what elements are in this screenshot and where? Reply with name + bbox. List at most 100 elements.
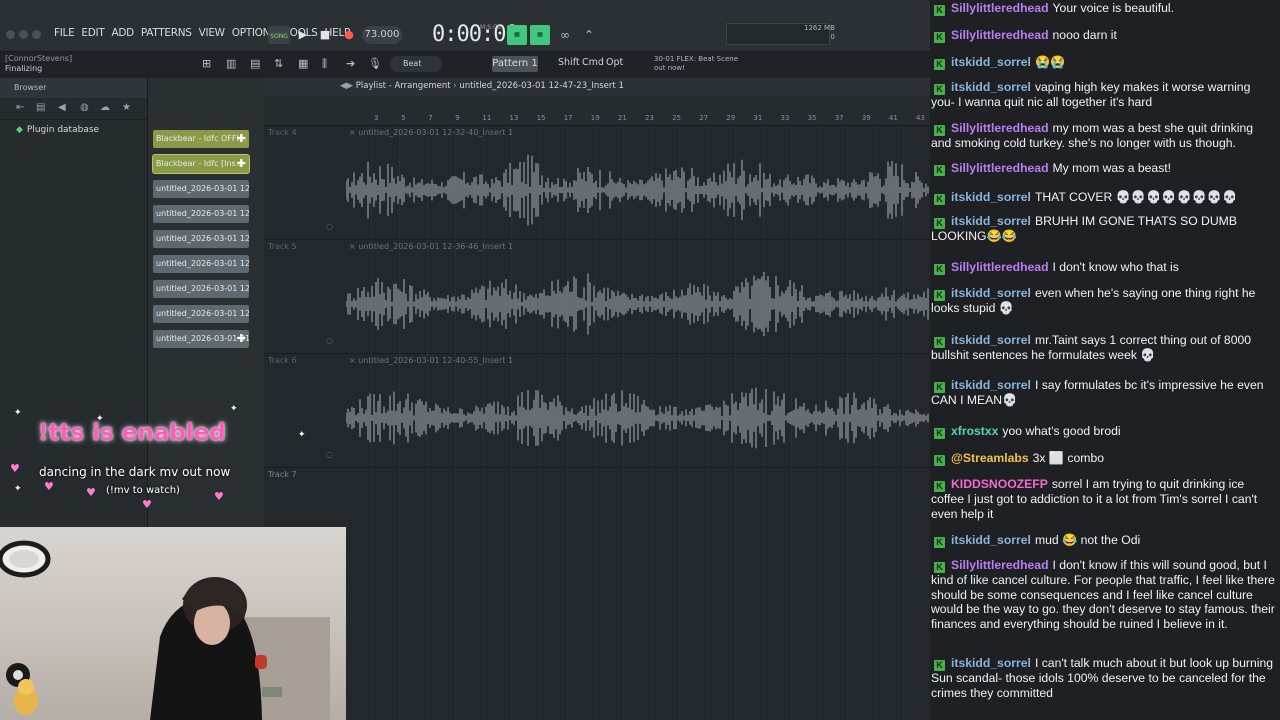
snap-beat-select[interactable]: Beat [390,56,442,72]
chat-message: K Sillylittleredhead my mom was a best she… [931,121,1276,151]
ruler-tick: 17 [563,114,573,122]
kick-badge-icon: K [934,337,945,348]
clip-source-item[interactable]: untitled_2026-03-01 12-... [153,205,249,223]
browser-title: Browser [14,83,47,92]
snap-icon[interactable]: ⊞ [202,57,211,70]
clip-source-item[interactable]: untitled_2026-03-01 12-... [153,255,249,273]
playlist-menu-icon[interactable]: ◀▶ [340,81,356,91]
ruler-tick: 31 [753,114,763,122]
track-label[interactable]: Track 5 [268,242,297,251]
clip-source-label[interactable]: untitled_2026-03-01 01... [156,334,249,343]
ruler-tick: 37 [834,114,844,122]
chat-username[interactable]: itskidd_sorrel [951,214,1031,228]
track-label[interactable]: Track 7 [268,470,297,479]
clip-source-item[interactable]: untitled_2026-03-01 12-... [153,180,249,198]
track-label[interactable]: Track 4 [268,128,297,137]
menu-patterns[interactable]: PATTERNS [141,27,192,39]
menu-edit[interactable]: EDIT [81,27,104,39]
track-label[interactable]: Track 6 [268,356,297,365]
track-mute-icon[interactable]: ○ [326,450,333,459]
clip-source-label: Blackbear - Idfc OFFI... [156,134,247,143]
opt-modifier-button[interactable]: Opt [606,57,623,68]
chat-username[interactable]: Sillylittleredhead [951,121,1049,135]
chat-message: K Sillylittleredhead Your voice is beautif… [931,1,1276,16]
globe-icon[interactable]: ◍ [80,102,89,113]
audio-clip-title[interactable]: × untitled_2026-03-01 12-32-40_Insert 1 [349,128,513,137]
chat-text: 3x ⬜ combo [1032,451,1105,465]
audio-clip-title[interactable]: × untitled_2026-03-01 12-40-55_Insert 1 [349,356,513,365]
chat-username[interactable]: Sillylittleredhead [951,28,1049,42]
loop-record-icon[interactable]: ∞ [555,25,575,45]
channel-rack-icon[interactable]: ▤ [250,57,260,70]
chat-username[interactable]: @Streamlabs [951,451,1029,465]
chat-username[interactable]: Sillylittleredhead [951,1,1049,15]
kick-badge-icon: K [934,562,945,573]
add-icon[interactable]: ✚ [237,330,246,348]
folder-icon[interactable]: ▤ [36,102,45,113]
track-lane[interactable] [344,468,930,720]
arrow-icon[interactable]: ➔ [346,57,355,70]
microphone-icon[interactable]: 🎙 [368,57,382,70]
clip-source-item[interactable]: untitled_2026-03-01 01... ✚ [153,330,249,348]
menu-file[interactable]: FILE [54,27,75,39]
star-icon[interactable]: ★ [122,102,131,113]
wait-for-input-toggle-icon[interactable]: ▦ [530,25,550,45]
chat-username[interactable]: itskidd_sorrel [951,333,1031,347]
speaker-icon[interactable]: ◀ [58,102,66,113]
chat-username[interactable]: Sillylittleredhead [951,260,1049,274]
chat-username[interactable]: Sillylittleredhead [951,558,1049,572]
chat-username[interactable]: Sillylittleredhead [951,161,1049,175]
audio-clip-title[interactable]: × untitled_2026-03-01 12-36-46_Insert 1 [349,242,513,251]
news-ticker[interactable]: 30-01 FLEX: Beat Scene out now! [654,55,738,73]
cloud-icon[interactable]: ☁ [100,102,110,113]
stop-icon[interactable]: ■ [316,27,334,43]
chat-username[interactable]: itskidd_sorrel [951,656,1031,670]
audio-waveform[interactable] [346,150,930,230]
clip-source-item[interactable]: untitled_2026-03-01 12-... [153,305,249,323]
play-icon[interactable]: ▶ [294,27,312,43]
audio-waveform[interactable] [346,378,930,458]
chat-username[interactable]: itskidd_sorrel [951,286,1031,300]
shift-modifier-button[interactable]: Shift [558,57,580,68]
sparkle-icon: ✦ [230,404,238,414]
window-minimize-icon[interactable] [19,30,28,39]
browser-toggle-icon[interactable]: ▥ [226,57,236,70]
track-mute-icon[interactable]: ○ [326,336,333,345]
step-edit-icon[interactable]: ⌃ [579,25,599,45]
chat-username[interactable]: itskidd_sorrel [951,80,1031,94]
add-icon[interactable]: ✚ [237,155,246,173]
audio-waveform[interactable] [346,264,930,344]
piano-roll-icon[interactable]: ▦ [298,57,308,70]
chat-username[interactable]: itskidd_sorrel [951,55,1031,69]
chat-username[interactable]: itskidd_sorrel [951,190,1031,204]
menu-add[interactable]: ADD [111,27,134,39]
chat-username[interactable]: itskidd_sorrel [951,533,1031,547]
chat-username[interactable]: KIDDSNOOZEFP [951,477,1048,491]
collapse-icon[interactable]: ⇤ [16,102,24,113]
clip-source-item[interactable]: untitled_2026-03-01 12-... [153,280,249,298]
song-mode-button[interactable]: SONG [268,26,290,44]
browser-panel: Browser ⇤ ▤ ◀ ◍ ☁ ★ ◆ Plugin database [0,78,148,528]
clip-source-item[interactable]: Blackbear - Idfc OFFI... ✚ [153,130,249,148]
cmd-modifier-button[interactable]: Cmd [582,57,604,68]
clip-source-item[interactable]: Blackbear - Idfc [Ins... ✚ [152,154,250,174]
record-icon[interactable]: ● [340,27,358,43]
track-mute-icon[interactable]: ○ [326,222,333,231]
pattern-select[interactable]: Pattern 1 [492,56,538,72]
clip-source-item[interactable]: untitled_2026-03-01 12-... [153,230,249,248]
plugin-database-item[interactable]: ◆ Plugin database [16,125,99,135]
menu-view[interactable]: VIEW [199,27,225,39]
add-icon[interactable]: ✚ [237,130,246,148]
tempo-display[interactable]: 73.000 [362,26,402,44]
chat-username[interactable]: itskidd_sorrel [951,378,1031,392]
metronome-toggle-icon[interactable]: ▦ [507,25,527,45]
timeline-ruler[interactable]: 3 5 7 9 11 13 15 17 19 21 23 25 27 29 31 33 35 37 39 41 43 [264,96,930,126]
audio-clip-name: untitled_2026-03-01 12-36-46_Insert 1 [358,242,514,251]
playlist-icon[interactable]: ⫼ [322,57,327,71]
window-zoom-icon[interactable] [32,30,41,39]
window-close-icon[interactable] [6,30,15,39]
chat-username[interactable]: xfrostxx [951,424,998,438]
mixer-icon[interactable]: ⇅ [274,57,283,70]
ruler-tick: 21 [617,114,627,122]
clip-source-list: Blackbear - Idfc OFFI... ✚ Blackbear - Id… [148,78,264,528]
